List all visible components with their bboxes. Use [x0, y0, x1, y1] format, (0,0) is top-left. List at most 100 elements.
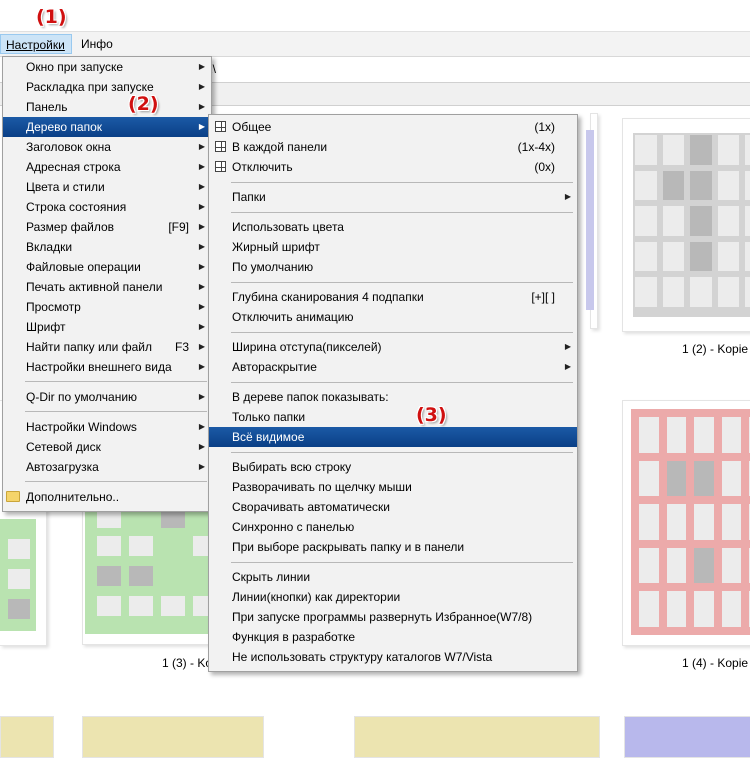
cell [717, 241, 740, 272]
submenu-arrow-icon: ▶ [198, 322, 205, 331]
submenu-arrow-icon: ▶ [198, 342, 205, 351]
menu-item-print-panel[interactable]: Печать активной панели ▶ [3, 277, 211, 297]
menu-item-find[interactable]: Найти папку или файл F3 ▶ [3, 337, 211, 357]
menu-item-appearance[interactable]: Настройки внешнего вида ▶ [3, 357, 211, 377]
submenu-arrow-icon: ▶ [198, 442, 205, 451]
callout-1: (1) [36, 6, 67, 28]
menu-item-status-bar[interactable]: Строка состояния ▶ [3, 197, 211, 217]
menu-item-expand-in-panel[interactable]: При выборе раскрывать папку и в панели [209, 537, 577, 557]
menu-item-address-bar[interactable]: Адресная строка ▶ [3, 157, 211, 177]
menu-item-label: Автозагрузка [26, 460, 99, 474]
submenu-arrow-icon: ▶ [198, 182, 205, 191]
menu-settings[interactable]: Настройки [0, 34, 72, 54]
menu-item-label: Настройки внешнего вида [26, 360, 172, 374]
menu-item-label: В дереве папок показывать: [232, 390, 389, 404]
menu-item-general[interactable]: Общее (1x) [209, 117, 577, 137]
menu-item-panel[interactable]: Панель ▶ [3, 97, 211, 117]
cell [8, 599, 30, 619]
menu-item-hide-lines[interactable]: Скрыть линии [209, 567, 577, 587]
submenu-arrow-icon: ▶ [198, 122, 205, 131]
thumbnail-yellow-2[interactable] [82, 716, 264, 758]
cell [717, 277, 740, 307]
cell [635, 170, 657, 201]
menu-item-windows-settings[interactable]: Настройки Windows ▶ [3, 417, 211, 437]
menu-item-label: Отключить [232, 160, 293, 174]
menu-item-autostart[interactable]: Автозагрузка ▶ [3, 457, 211, 477]
menu-item-window-title[interactable]: Заголовок окна ▶ [3, 137, 211, 157]
folder-icon [6, 491, 20, 502]
menu-item-folders-only[interactable]: Только папки [209, 407, 577, 427]
thumbnail-gray[interactable] [622, 118, 750, 332]
menu-separator [231, 212, 573, 213]
cell [129, 536, 153, 556]
menu-item-each-panel[interactable]: В каждой панели (1x-4x) [209, 137, 577, 157]
menu-item-label: Q-Dir по умолчанию [26, 390, 138, 404]
menu-item-collapse-auto[interactable]: Сворачивать автоматически [209, 497, 577, 517]
menu-item-startup-layout[interactable]: Раскладка при запуске ▶ [3, 77, 211, 97]
cell [745, 277, 750, 307]
thumbnail-yellow-1[interactable] [0, 716, 54, 758]
cell [721, 417, 742, 453]
menu-item-sync-panel[interactable]: Синхронно с панелью [209, 517, 577, 537]
menu-info-label: Инфо [81, 37, 113, 51]
cell [666, 417, 687, 453]
menu-item-label: Дерево папок [26, 120, 102, 134]
menu-item-in-development[interactable]: Функция в разработке [209, 627, 577, 647]
cell [690, 135, 712, 165]
menu-item-file-size[interactable]: Размер файлов [F9] ▶ [3, 217, 211, 237]
menu-item-select-row[interactable]: Выбирать всю строку [209, 457, 577, 477]
submenu-arrow-icon: ▶ [198, 202, 205, 211]
menu-info[interactable]: Инфо [76, 34, 118, 54]
thumbnail-purple-bottom[interactable] [624, 716, 750, 758]
menu-item-label: Не использовать структуру каталогов W7/V… [232, 650, 493, 664]
menu-item-label: Шрифт [26, 320, 66, 334]
thumb-grid [629, 129, 750, 313]
menu-item-colors-styles[interactable]: Цвета и стили ▶ [3, 177, 211, 197]
menu-item-advanced[interactable]: Дополнительно.. [3, 487, 211, 507]
menu-item-file-ops[interactable]: Файловые операции ▶ [3, 257, 211, 277]
cell [694, 547, 714, 584]
menu-item-network-drive[interactable]: Сетевой диск ▶ [3, 437, 211, 457]
menu-item-label: Разворачивать по щелчку мыши [232, 480, 412, 494]
menu-item-indent-width[interactable]: Ширина отступа(пикселей) ▶ [209, 337, 577, 357]
menu-item-qdir-default[interactable]: Q-Dir по умолчанию ▶ [3, 387, 211, 407]
menu-item-folder-tree[interactable]: Дерево папок ▶ [3, 117, 211, 137]
grid-icon [215, 121, 226, 132]
menu-shortcut: (1x-4x) [517, 140, 555, 154]
menu-bar: Настройки Инфо [0, 32, 750, 57]
menu-item-disable-animation[interactable]: Отключить анимацию [209, 307, 577, 327]
menu-item-label: Размер файлов [26, 220, 115, 234]
menu-item-label: Только папки [232, 410, 306, 424]
submenu-arrow-icon: ▶ [198, 262, 205, 271]
menu-item-startup-window[interactable]: Окно при запуске ▶ [3, 57, 211, 77]
menu-item-label: Общее [232, 120, 272, 134]
menu-item-folders[interactable]: Папки ▶ [209, 187, 577, 207]
cell [662, 170, 685, 201]
menu-item-label: Использовать цвета [232, 220, 344, 234]
menu-item-font[interactable]: Шрифт ▶ [3, 317, 211, 337]
menu-item-auto-expand[interactable]: Автораскрытие ▶ [209, 357, 577, 377]
submenu-arrow-icon: ▶ [198, 422, 205, 431]
menu-item-label: Цвета и стили [26, 180, 105, 194]
cell [721, 591, 742, 627]
menu-item-no-w7-structure[interactable]: Не использовать структуру каталогов W7/V… [209, 647, 577, 667]
submenu-arrow-icon: ▶ [198, 162, 205, 171]
menu-item-expand-click[interactable]: Разворачивать по щелчку мыши [209, 477, 577, 497]
menu-item-use-colors[interactable]: Использовать цвета [209, 217, 577, 237]
menu-item-bold-font[interactable]: Жирный шрифт [209, 237, 577, 257]
thumbnail-yellow-3[interactable] [354, 716, 600, 758]
menu-item-expand-favorites[interactable]: При запуске программы развернуть Избранн… [209, 607, 577, 627]
cell [635, 241, 657, 272]
menu-item-label: Папки [232, 190, 266, 204]
menu-item-view[interactable]: Просмотр ▶ [3, 297, 211, 317]
thumbnail-caption: 1 (2) - Kopie [682, 342, 749, 356]
menu-item-disable[interactable]: Отключить (0x) [209, 157, 577, 177]
menu-item-default[interactable]: По умолчанию [209, 257, 577, 277]
menu-item-tabs[interactable]: Вкладки ▶ [3, 237, 211, 257]
menu-separator [231, 382, 573, 383]
menu-item-lines-as-dirs[interactable]: Линии(кнопки) как директории [209, 587, 577, 607]
cell [97, 596, 121, 616]
menu-item-all-visible[interactable]: Всё видимое [209, 427, 577, 447]
menu-item-scan-depth[interactable]: Глубина сканирования 4 подпапки [+][ ] [209, 287, 577, 307]
thumbnail-red[interactable] [622, 400, 750, 646]
